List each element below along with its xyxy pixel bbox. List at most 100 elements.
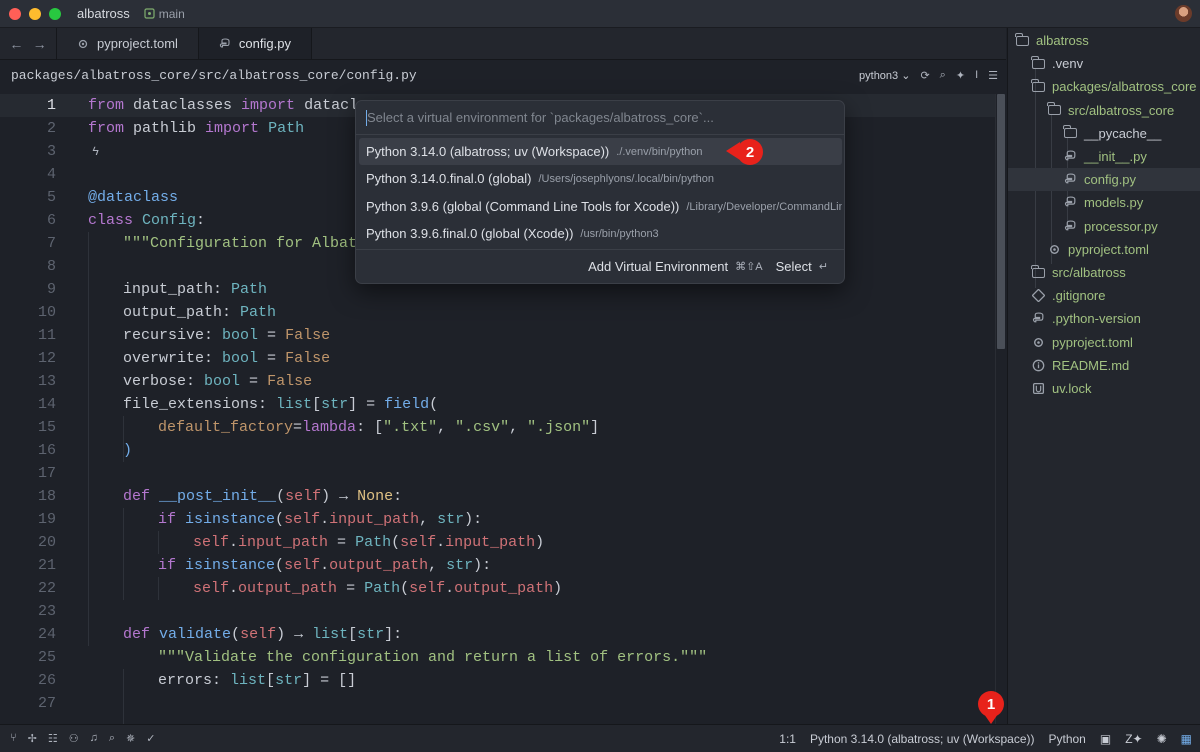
code-line: 15 default_factory=lambda: [".txt", ".cs… <box>0 416 995 439</box>
tree-item[interactable]: pyproject.toml <box>1008 331 1200 354</box>
bug-icon[interactable]: ✺ <box>1157 732 1167 746</box>
language-selector[interactable]: Python <box>1049 732 1086 746</box>
tree-item[interactable]: models.py <box>1008 191 1200 214</box>
lightning-icon[interactable]: ϟ <box>92 145 99 159</box>
code-line: 19 if isinstance(self.input_path, str): <box>0 508 995 531</box>
breadcrumb[interactable]: packages/albatross_core/src/albatross_co… <box>11 68 417 83</box>
tree-item[interactable]: .python-version <box>1008 307 1200 330</box>
folder-icon <box>1031 264 1045 279</box>
venv-option[interactable]: Python 3.14.0.final.0 (global)/Users/jos… <box>359 165 842 192</box>
git-branch-icon[interactable]: ⑂ <box>10 732 17 745</box>
code-text: output_path: Path <box>123 304 277 321</box>
add-virtual-environment-button[interactable]: Add Virtual Environment <box>588 259 728 274</box>
layout-icon[interactable]: ▦ <box>1181 732 1192 746</box>
tree-item-label: pyproject.toml <box>1052 334 1133 350</box>
sliders-icon[interactable]: ☰ <box>988 69 998 82</box>
search-icon[interactable]: ⌕ <box>940 69 946 82</box>
code-text: errors: list[str] = [] <box>158 672 357 689</box>
collab-icon[interactable]: ⚇ <box>69 732 79 745</box>
zoom-window-button[interactable] <box>49 7 61 20</box>
select-button[interactable]: Select <box>776 259 812 274</box>
tree-item-label: src/albatross_core <box>1068 102 1175 118</box>
scrollbar-thumb[interactable] <box>997 94 1005 349</box>
sparkle-icon[interactable]: ✦ <box>956 69 965 82</box>
refresh-icon[interactable]: ⟳ <box>920 69 929 82</box>
line-number: 21 <box>37 557 56 574</box>
kernel-selector[interactable]: python3 ⌄ <box>859 69 910 82</box>
diagnostics-icon[interactable]: ✢ <box>28 732 37 745</box>
tree-item[interactable]: processor.py <box>1008 215 1200 238</box>
line-number: 27 <box>37 695 56 712</box>
line-number: 26 <box>37 672 56 689</box>
venv-option[interactable]: Python 3.9.6.final.0 (global (Xcode))/us… <box>359 220 842 247</box>
line-number: 2 <box>46 120 56 137</box>
user-avatar[interactable] <box>1175 5 1192 22</box>
terminal-icon[interactable]: ▣ <box>1100 732 1111 746</box>
tab-label: pyproject.toml <box>97 36 178 51</box>
code-text: from dataclasses import datacla <box>88 97 368 114</box>
code-text: if isinstance(self.input_path, str): <box>158 511 483 528</box>
tree-item[interactable]: src/albatross <box>1008 261 1200 284</box>
tree-item[interactable]: __init__.py <box>1008 145 1200 168</box>
add-shortcut: ⌘⇧A <box>735 261 763 273</box>
venv-search-input[interactable]: Select a virtual environment for `packag… <box>356 101 844 135</box>
tree-item[interactable]: uv.lock <box>1008 377 1200 400</box>
line-number: 4 <box>46 166 56 183</box>
check-icon[interactable]: ✓ <box>146 732 155 745</box>
line-number: 16 <box>37 442 56 459</box>
code-text: """Configuration for Albatr <box>123 235 367 252</box>
venv-picker: Select a virtual environment for `packag… <box>355 100 845 284</box>
search-icon[interactable]: ⌕ <box>109 732 115 745</box>
code-text: def validate(self) → list[str]: <box>123 626 403 643</box>
active-environment[interactable]: Python 3.14.0 (albatross; uv (Workspace)… <box>810 732 1035 746</box>
tree-item[interactable]: config.py <box>1008 168 1200 192</box>
debug-icon[interactable]: ✵ <box>126 732 135 745</box>
tree-item[interactable]: __pycache__ <box>1008 122 1200 145</box>
tab-config-py[interactable]: config.py <box>197 28 312 59</box>
code-line: 17 <box>0 462 995 485</box>
tree-item[interactable]: packages/albatross_core <box>1008 75 1200 98</box>
close-window-button[interactable] <box>9 7 21 20</box>
code-text: from pathlib import Path <box>88 120 305 137</box>
status-right: 1:1 Python 3.14.0 (albatross; uv (Worksp… <box>779 732 1192 746</box>
venv-option[interactable]: Python 3.14.0 (albatross; uv (Workspace)… <box>359 138 842 165</box>
tree-item[interactable]: .venv <box>1008 52 1200 75</box>
zed-agent-icon[interactable]: Z✦ <box>1125 732 1142 746</box>
project-name[interactable]: albatross <box>77 6 130 21</box>
minimize-window-button[interactable] <box>29 7 41 20</box>
code-line: 11 recursive: bool = False <box>0 324 995 347</box>
lock-file-icon <box>1031 382 1045 395</box>
branch-selector[interactable]: main <box>144 7 185 21</box>
venv-option[interactable]: Python 3.9.6 (global (Command Line Tools… <box>359 193 842 220</box>
code-line: 25 """Validate the configuration and ret… <box>0 646 995 669</box>
tree-item-label: models.py <box>1084 195 1144 211</box>
tree-item[interactable]: src/albatross_core <box>1008 99 1200 122</box>
code-text: ) <box>123 442 133 459</box>
code-text: if isinstance(self.output_path, str): <box>158 557 492 574</box>
line-number: 12 <box>37 350 56 367</box>
editor-scrollbar[interactable] <box>995 94 1006 724</box>
breadcrumb-bar: packages/albatross_core/src/albatross_co… <box>0 61 1006 89</box>
line-number: 14 <box>37 396 56 413</box>
code-text: file_extensions: list[str] = field( <box>123 396 439 413</box>
tree-item[interactable]: pyproject.toml <box>1008 238 1200 261</box>
forward-arrow-icon[interactable]: → <box>33 36 47 52</box>
code-text: overwrite: bool = False <box>123 350 331 367</box>
line-number: 20 <box>37 534 56 551</box>
folder-icon <box>1063 125 1077 139</box>
bell-icon[interactable]: ♫ <box>90 732 98 745</box>
cursor-position[interactable]: 1:1 <box>779 732 796 746</box>
code-text: def __post_init__(self) → None: <box>123 488 403 505</box>
tree-item-label: config.py <box>1084 172 1137 188</box>
text-cursor-icon[interactable]: I <box>975 69 978 81</box>
code-line: 10 output_path: Path <box>0 301 995 324</box>
tree-item[interactable]: albatross <box>1008 29 1200 52</box>
outline-icon[interactable]: ☷ <box>48 732 58 745</box>
line-number: 10 <box>37 304 56 321</box>
tree-item[interactable]: .gitignore <box>1008 284 1200 307</box>
tree-item[interactable]: README.md <box>1008 354 1200 377</box>
back-arrow-icon[interactable]: ← <box>9 36 23 52</box>
annotation-badge-2: 2 <box>737 139 763 165</box>
tab-pyproject-toml[interactable]: pyproject.toml <box>56 28 198 59</box>
python-file-icon <box>1063 173 1077 186</box>
